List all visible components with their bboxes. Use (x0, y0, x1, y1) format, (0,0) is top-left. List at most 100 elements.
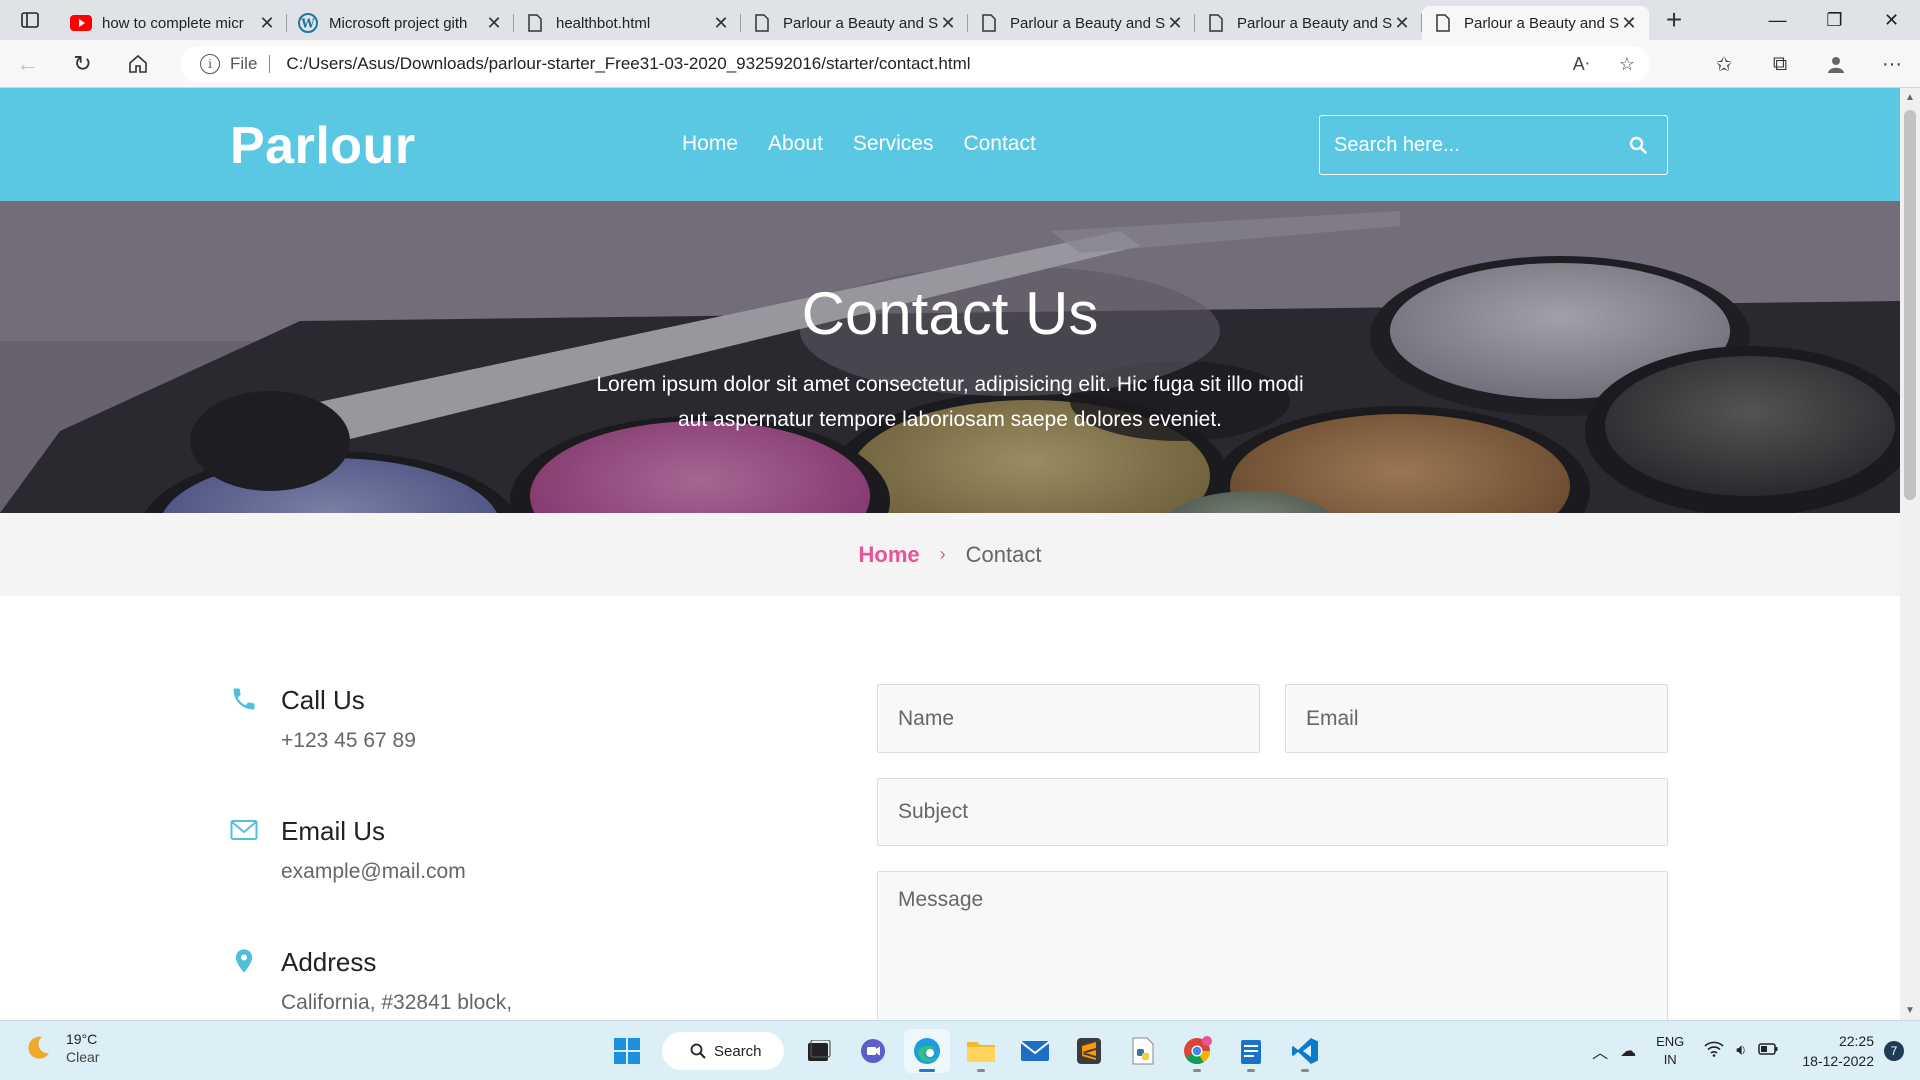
site-info-icon[interactable]: i (200, 54, 220, 74)
browser-toolbar: ← ↻ i File C:/Users/Asus/Downloads/parlo… (0, 40, 1920, 88)
teams-chat-button[interactable] (850, 1029, 896, 1073)
vscode-button[interactable] (1282, 1029, 1328, 1073)
scroll-up-icon[interactable]: ▲ (1900, 92, 1920, 103)
taskbar-apps: Search (600, 1029, 1332, 1073)
location-pin-icon (235, 949, 253, 973)
search-input[interactable] (1334, 133, 1623, 157)
tab-close-button[interactable]: ✕ (938, 13, 958, 34)
hero-text: Lorem ipsum dolor sit amet consectetur, … (596, 373, 1304, 431)
hero-title: Contact Us (801, 280, 1099, 347)
system-tray: ︿ ☁ ENG IN 🔉︎ 22:25 18-12-2022 7 (1586, 1021, 1920, 1080)
language-indicator[interactable]: ENG IN (1656, 1033, 1684, 1069)
address-bar[interactable]: i File C:/Users/Asus/Downloads/parlour-s… (180, 46, 1650, 82)
nav-about[interactable]: About (768, 132, 823, 156)
browser-tab[interactable]: Parlour a Beauty and S ✕ (741, 6, 968, 40)
file-icon (1205, 14, 1227, 32)
window-controls: — ❐ ✕ (1749, 0, 1920, 40)
scrollbar-thumb[interactable] (1904, 110, 1916, 500)
battery-icon[interactable] (1758, 1042, 1778, 1060)
browser-tab[interactable]: healthbot.html ✕ (514, 6, 741, 40)
clock-time: 22:25 (1838, 1033, 1874, 1049)
contact-heading: Email Us (281, 816, 386, 846)
onedrive-icon[interactable]: ☁ (1620, 1041, 1636, 1061)
chevron-up-icon[interactable]: ︿ (1592, 1039, 1608, 1063)
edge-button[interactable] (904, 1029, 950, 1073)
weather-widget[interactable]: 19°C Clear (24, 1031, 99, 1065)
favorites-icon[interactable]: ✩ (1696, 40, 1752, 88)
add-favorite-icon[interactable]: ☆ (1604, 54, 1650, 75)
browser-tab-active[interactable]: Parlour a Beauty and S ✕ (1422, 6, 1649, 40)
collections-icon[interactable]: ⧉ (1752, 40, 1808, 88)
profile-icon[interactable] (1808, 40, 1864, 88)
file-explorer-button[interactable] (958, 1029, 1004, 1073)
read-aloud-icon[interactable]: Aᐧ (1558, 54, 1604, 75)
tab-close-button[interactable]: ✕ (711, 13, 731, 34)
url-text[interactable]: C:/Users/Asus/Downloads/parlour-starter_… (286, 54, 970, 74)
browser-tab[interactable]: how to complete micr ✕ (60, 6, 287, 40)
vscode-icon (1292, 1038, 1318, 1064)
nav-services[interactable]: Services (853, 132, 934, 156)
site-header: Parlour Home About Services Contact (0, 88, 1900, 201)
running-indicator (977, 1069, 985, 1072)
notepad-button[interactable] (1228, 1029, 1274, 1073)
tab-close-button[interactable]: ✕ (1392, 13, 1412, 34)
youtube-icon (70, 14, 92, 32)
tab-title: Parlour a Beauty and S (1464, 14, 1619, 32)
windows-taskbar: 19°C Clear Search ︿ ☁ ENG IN 🔉︎ 22:25 18… (0, 1020, 1920, 1080)
taskbar-search-label: Search (714, 1042, 762, 1060)
page-scrollbar[interactable]: ▲ ▼ (1900, 88, 1920, 1020)
tab-title: how to complete micr (102, 14, 244, 32)
moon-icon (28, 1036, 49, 1059)
running-indicator (1301, 1069, 1309, 1072)
task-view-button[interactable] (796, 1029, 842, 1073)
search-icon (690, 1043, 706, 1059)
new-tab-button[interactable]: + (1649, 0, 1699, 40)
browser-tab[interactable]: W Microsoft project gith ✕ (287, 6, 514, 40)
nav-contact[interactable]: Contact (963, 132, 1035, 156)
task-view-icon (808, 1040, 831, 1061)
sublime-text-button[interactable] (1066, 1029, 1112, 1073)
browser-tab[interactable]: Parlour a Beauty and S ✕ (968, 6, 1195, 40)
wordpress-icon: W (297, 13, 319, 33)
tab-close-button[interactable]: ✕ (1165, 13, 1185, 34)
scroll-down-icon[interactable]: ▼ (1900, 1005, 1920, 1016)
tab-close-button[interactable]: ✕ (1619, 13, 1639, 34)
start-button[interactable] (604, 1029, 650, 1073)
mail-app-button[interactable] (1012, 1029, 1058, 1073)
sublime-icon (1077, 1038, 1101, 1064)
url-divider (269, 55, 271, 73)
tab-actions-button[interactable] (0, 0, 60, 40)
close-window-button[interactable]: ✕ (1863, 0, 1920, 40)
language-line-1: ENG (1656, 1034, 1685, 1049)
wifi-icon[interactable] (1704, 1041, 1724, 1062)
browser-tab[interactable]: Parlour a Beauty and S ✕ (1195, 6, 1422, 40)
contact-heading: Address (281, 947, 377, 977)
breadcrumb-home-link[interactable]: Home (859, 542, 920, 568)
refresh-button[interactable]: ↻ (55, 40, 110, 88)
search-icon[interactable] (1623, 136, 1653, 154)
more-options-icon[interactable]: ··· (1864, 40, 1920, 88)
tab-close-button[interactable]: ✕ (257, 13, 277, 34)
message-field[interactable] (877, 871, 1668, 1020)
nav-home[interactable]: Home (682, 132, 738, 156)
name-field[interactable] (877, 684, 1260, 753)
python-launcher-button[interactable] (1120, 1029, 1166, 1073)
chrome-button[interactable] (1174, 1029, 1220, 1073)
restore-button[interactable]: ❐ (1806, 0, 1863, 40)
breadcrumb-current: Contact (965, 541, 1042, 567)
notification-badge[interactable]: 7 (1884, 1041, 1904, 1061)
back-button[interactable]: ← (0, 40, 55, 88)
taskbar-search[interactable]: Search (662, 1032, 784, 1070)
home-button[interactable] (110, 40, 165, 88)
tab-close-button[interactable]: ✕ (484, 13, 504, 34)
weather-condition: Clear (66, 1049, 100, 1065)
site-logo[interactable]: Parlour (230, 116, 416, 176)
subject-field[interactable] (877, 778, 1668, 846)
tab-title: Microsoft project gith (329, 14, 468, 32)
volume-icon[interactable]: 🔉︎ (1736, 1042, 1746, 1060)
minimize-button[interactable]: — (1749, 0, 1806, 40)
email-field[interactable] (1285, 684, 1668, 753)
file-icon (1432, 14, 1454, 32)
contact-value: +123 45 67 89 (281, 729, 416, 752)
clock[interactable]: 22:25 18-12-2022 (1802, 1031, 1874, 1071)
